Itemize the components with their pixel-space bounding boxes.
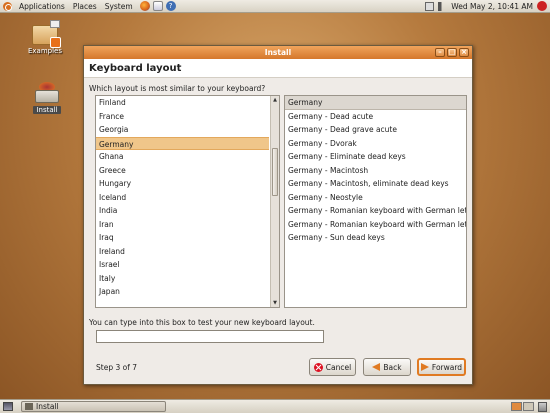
desktop-icon-label: Install [33,106,61,114]
list-item[interactable]: Germany - Dead acute [285,110,466,124]
installer-icon [35,82,59,104]
bottom-panel: Install [0,399,550,413]
taskbar-item-label: Install [36,402,59,411]
maximize-icon[interactable]: □ [447,48,457,57]
keyboard-test-input[interactable] [96,330,324,343]
network-icon[interactable] [425,1,435,11]
list-item[interactable]: Germany - Sun dead keys [285,231,466,245]
arrow-right-icon [420,363,429,371]
scroll-up-icon[interactable]: ▲ [271,96,279,104]
help-icon[interactable]: ? [165,1,176,11]
page-title: Keyboard layout [84,59,472,78]
list-item-selected[interactable]: Germany [285,96,466,110]
window-titlebar[interactable]: Install – □ × [84,46,472,59]
list-item[interactable]: Germany - Eliminate dead keys [285,150,466,164]
list-item[interactable]: Ghana [96,150,269,164]
workspace-1[interactable] [511,402,522,411]
country-list[interactable]: Finland France Georgia Germany Ghana Gre… [95,95,280,308]
lock-emblem-icon [50,37,61,48]
list-item[interactable]: Germany - Dvorak [285,137,466,151]
list-item[interactable]: Iraq [96,231,269,245]
list-item[interactable]: Germany - Romanian keyboard with German … [285,218,466,232]
minimize-icon[interactable]: – [435,48,445,57]
close-icon[interactable]: × [459,48,469,57]
ubuntu-logo-icon[interactable] [3,1,12,11]
taskbar-item-install[interactable]: Install [21,401,166,412]
menu-places[interactable]: Places [69,2,101,11]
installer-window: Install – □ × Keyboard layout Which layo… [83,45,473,385]
test-field-label: You can type into this box to test your … [89,318,315,327]
panel-tray: Wed May 2, 10:41 AM [425,1,550,11]
firefox-icon[interactable] [139,1,150,11]
back-button-label: Back [383,362,402,372]
scroll-down-icon[interactable]: ▼ [271,299,279,307]
step-indicator: Step 3 of 7 [96,363,138,372]
variant-list[interactable]: Germany Germany - Dead acute Germany - D… [284,95,467,308]
list-item[interactable]: Japan [96,285,269,299]
forward-button[interactable]: Forward [417,358,466,376]
list-item-selected[interactable]: Germany [96,136,269,150]
layout-question: Which layout is most similar to your key… [89,84,266,93]
mail-icon[interactable] [152,1,163,11]
top-panel: Applications Places System ? Wed May 2, … [0,0,550,13]
list-item[interactable]: Germany - Romanian keyboard with German … [285,204,466,218]
desktop-icon-label: Examples [27,47,62,55]
list-item[interactable]: Italy [96,272,269,286]
show-desktop-icon[interactable] [3,402,13,411]
volume-icon[interactable] [438,1,448,11]
list-item[interactable]: Georgia [96,123,269,137]
forward-button-label: Forward [431,362,463,372]
list-item[interactable]: Hungary [96,177,269,191]
list-item[interactable]: Ireland [96,245,269,259]
menu-system[interactable]: System [101,2,137,11]
desktop-icon-examples[interactable]: Examples [25,20,65,55]
list-item[interactable]: Germany - Macintosh, eliminate dead keys [285,177,466,191]
window-icon [25,403,33,410]
arrow-left-icon [372,363,381,371]
menu-applications[interactable]: Applications [15,2,69,11]
link-emblem-icon [50,20,60,28]
back-button[interactable]: Back [363,358,411,376]
list-item[interactable]: Iran [96,218,269,232]
list-item[interactable]: France [96,110,269,124]
list-item[interactable]: Germany - Dead grave acute [285,123,466,137]
list-item[interactable]: Greece [96,164,269,178]
folder-icon [32,20,61,48]
list-item[interactable]: Germany - Macintosh [285,164,466,178]
clock[interactable]: Wed May 2, 10:41 AM [451,2,533,11]
cancel-button[interactable]: Cancel [309,358,356,376]
list-item[interactable]: Germany - Neostyle [285,191,466,205]
workspace-switcher [511,402,534,411]
list-item[interactable]: Finland [96,96,269,110]
cancel-button-label: Cancel [325,362,352,372]
window-title: Install [264,48,292,57]
trash-icon[interactable] [538,401,547,412]
cancel-icon [313,362,323,372]
power-icon[interactable] [537,1,547,11]
desktop-icon-install[interactable]: Install [27,82,67,114]
list-item[interactable]: Israel [96,258,269,272]
list-item[interactable]: India [96,204,269,218]
country-list-scrollbar[interactable]: ▲ ▼ [270,96,279,307]
list-item[interactable]: Iceland [96,191,269,205]
scroll-thumb[interactable] [272,148,278,196]
workspace-2[interactable] [523,402,534,411]
